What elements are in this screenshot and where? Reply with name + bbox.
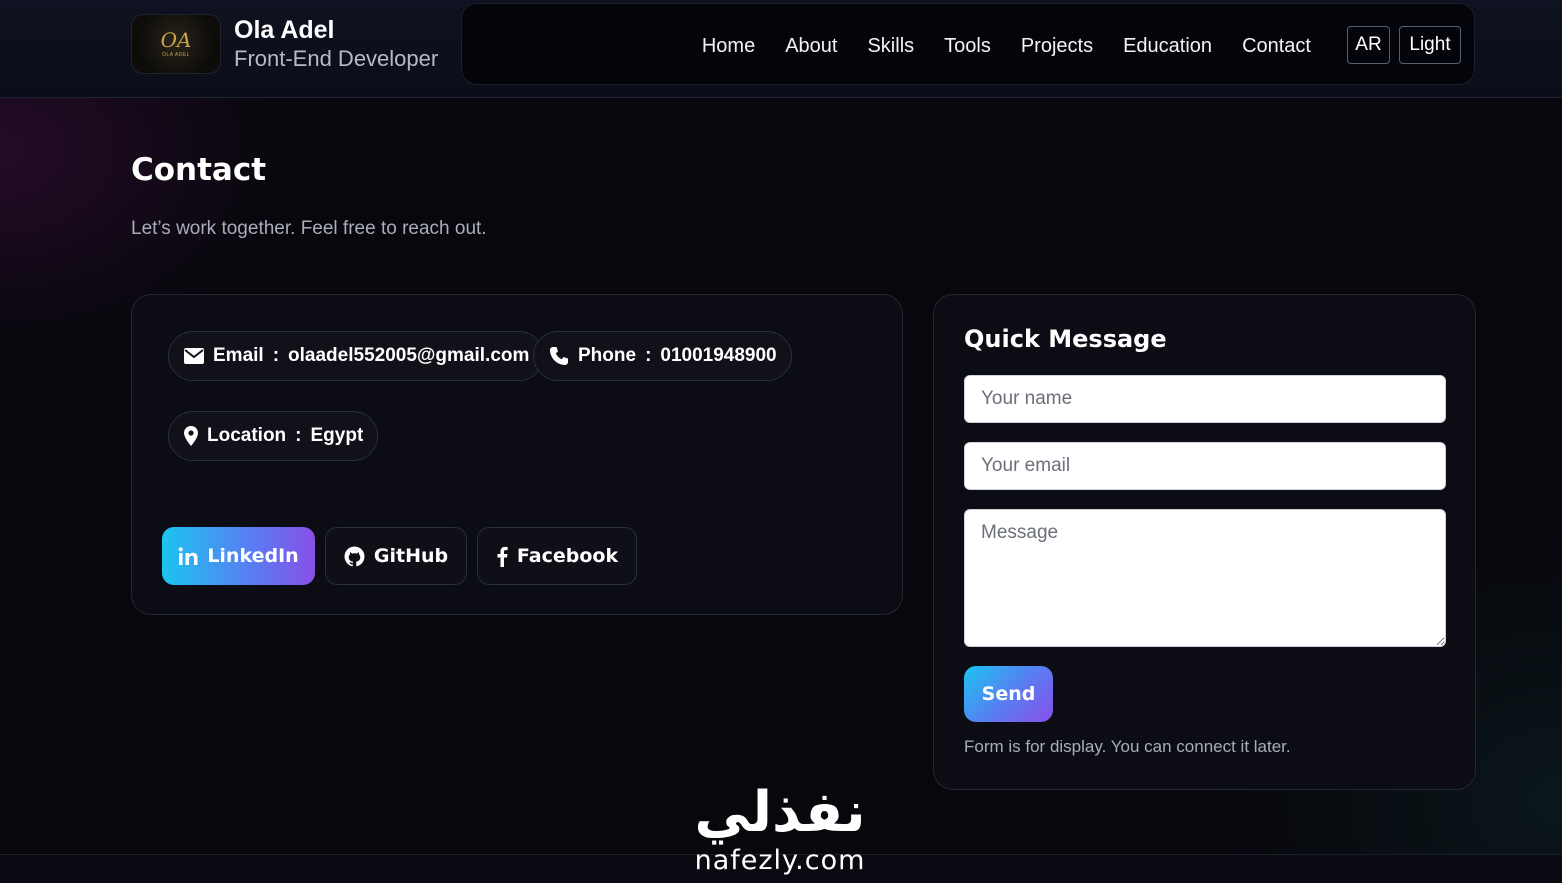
email-value: olaadel552005@gmail.com: [288, 345, 530, 366]
watermark-latin: nafezly.com: [694, 845, 866, 876]
email-label: Email: [213, 345, 264, 366]
phone-label: Phone: [578, 345, 637, 366]
phone-chip[interactable]: Phone : 01001948900: [533, 331, 792, 381]
github-button[interactable]: GitHub: [325, 527, 467, 585]
main-nav: Home About Skills Tools Projects Educati…: [461, 3, 1475, 85]
facebook-label: Facebook: [516, 545, 619, 567]
github-icon: [344, 546, 365, 567]
watermark-arabic: نفذلي: [694, 780, 866, 845]
nav-contact[interactable]: Contact: [1242, 33, 1311, 59]
page-title: Contact: [131, 152, 267, 188]
location-chip: Location : Egypt: [168, 411, 379, 461]
location-label: Location: [207, 425, 287, 446]
watermark: نفذلي nafezly.com: [680, 780, 880, 883]
phone-icon: [548, 345, 570, 367]
linkedin-button[interactable]: LinkedIn: [162, 527, 315, 585]
nav-links: Home About Skills Tools Projects Educati…: [672, 33, 1311, 59]
nav-projects[interactable]: Projects: [1021, 33, 1093, 59]
logo-subtext: OLA ADEL: [162, 52, 190, 58]
quick-message-card: Quick Message Send Form is for display. …: [933, 294, 1476, 790]
phone-value: 01001948900: [660, 345, 777, 366]
brand-text: Ola Adel Front-End Developer: [234, 15, 438, 73]
email-separator: :: [272, 345, 280, 366]
facebook-button[interactable]: Facebook: [477, 527, 637, 585]
language-toggle-button[interactable]: AR: [1347, 26, 1390, 64]
message-textarea[interactable]: [964, 509, 1446, 647]
nav-about[interactable]: About: [785, 33, 837, 59]
email-chip[interactable]: Email : olaadel552005@gmail.com: [168, 331, 545, 381]
map-pin-icon: [183, 425, 199, 447]
envelope-icon: [183, 345, 205, 367]
email-input[interactable]: [964, 442, 1446, 490]
nav-skills[interactable]: Skills: [867, 33, 914, 59]
phone-separator: :: [645, 345, 652, 366]
nav-education[interactable]: Education: [1123, 33, 1212, 59]
nav-home[interactable]: Home: [702, 33, 755, 59]
brand-role: Front-End Developer: [234, 46, 439, 71]
logo: OA OLA ADEL: [131, 14, 221, 74]
nav-tools[interactable]: Tools: [944, 33, 991, 59]
quick-message-title: Quick Message: [964, 325, 1167, 353]
name-input[interactable]: [964, 375, 1446, 423]
brand[interactable]: OA OLA ADEL Ola Adel Front-End Developer: [131, 14, 438, 74]
brand-name: Ola Adel: [234, 16, 335, 44]
send-button[interactable]: Send: [964, 666, 1053, 722]
linkedin-icon: [178, 547, 198, 565]
contact-info-card: Email : olaadel552005@gmail.com Phone : …: [131, 294, 903, 615]
location-value: Egypt: [310, 425, 364, 446]
theme-toggle-button[interactable]: Light: [1399, 26, 1461, 64]
github-label: GitHub: [373, 545, 449, 567]
linkedin-label: LinkedIn: [207, 545, 299, 567]
facebook-icon: [496, 546, 508, 567]
form-note: Form is for display. You can connect it …: [964, 737, 1291, 756]
logo-mark: OA: [160, 28, 192, 52]
page-subtitle: Let’s work together. Feel free to reach …: [131, 218, 487, 239]
location-separator: :: [295, 425, 302, 446]
site-header: OA OLA ADEL Ola Adel Front-End Developer…: [0, 0, 1562, 98]
